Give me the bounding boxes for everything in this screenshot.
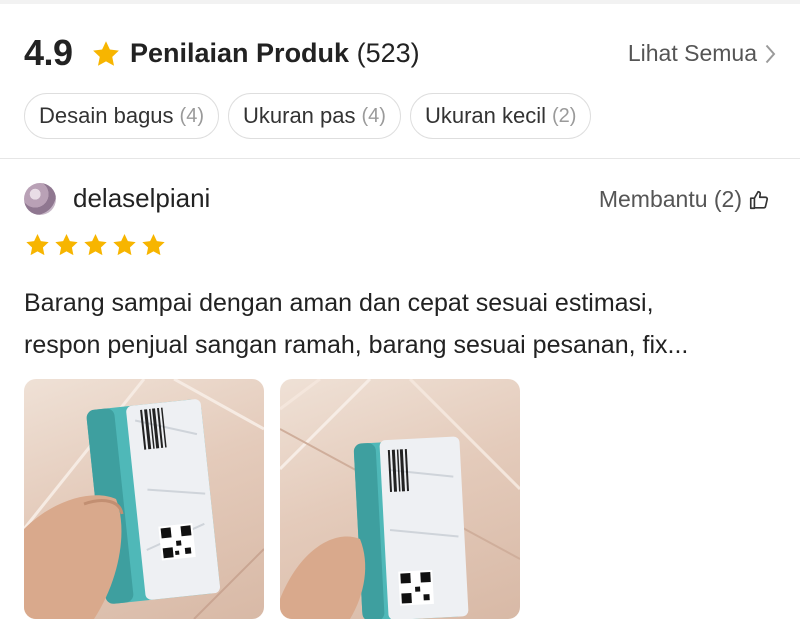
package-photo-image (24, 379, 264, 619)
review-text[interactable]: Barang sampai dengan aman dan cepat sesu… (24, 282, 776, 366)
star-icon (84, 233, 107, 256)
package-photo-image (280, 379, 520, 619)
tag-count: (2) (552, 104, 577, 127)
see-all-link[interactable]: Lihat Semua (628, 40, 776, 67)
tag-chip-desain-bagus[interactable]: Desain bagus (4) (24, 93, 219, 139)
rating-title-text: Penilaian Produk (130, 38, 350, 68)
tag-count: (4) (361, 104, 386, 127)
star-icon (142, 233, 165, 256)
star-icon (113, 233, 136, 256)
chevron-right-icon (765, 44, 776, 63)
tag-chip-ukuran-pas[interactable]: Ukuran pas (4) (228, 93, 401, 139)
helpful-button[interactable]: Membantu (2) (599, 186, 770, 213)
tag-count: (4) (179, 104, 204, 127)
review-stars (24, 232, 169, 258)
avatar[interactable] (24, 183, 56, 215)
reviewer-username[interactable]: delaselpiani (73, 183, 210, 214)
review-text-line: Barang sampai dengan aman dan cepat sesu… (24, 289, 654, 317)
see-all-label: Lihat Semua (627, 40, 757, 66)
helpful-label: Membantu (2) (598, 186, 742, 212)
top-strip (0, 0, 800, 4)
rating-header: 4.9 Penilaian Produk (523) Lihat Semua (24, 30, 776, 76)
filter-tags: Desain bagus (4) Ukuran pas (4) Ukuran k… (24, 93, 600, 139)
rating-score: 4.9 (24, 32, 73, 73)
tag-label: Desain bagus (39, 103, 174, 128)
divider (0, 158, 800, 159)
review-photo[interactable] (24, 379, 264, 619)
review-photo[interactable] (280, 379, 520, 619)
star-icon (55, 233, 78, 256)
rating-title: Penilaian Produk (523) (130, 38, 420, 69)
rating-count: (523) (356, 38, 420, 68)
tag-label: Ukuran pas (243, 103, 356, 128)
star-icon (93, 41, 119, 66)
tag-label: Ukuran kecil (424, 103, 547, 128)
star-icon (26, 233, 49, 256)
review-text-line: respon penjual sangan ramah, barang sesu… (24, 331, 689, 359)
tag-chip-ukuran-kecil[interactable]: Ukuran kecil (2) (409, 93, 592, 139)
thumbs-up-icon (749, 190, 769, 209)
